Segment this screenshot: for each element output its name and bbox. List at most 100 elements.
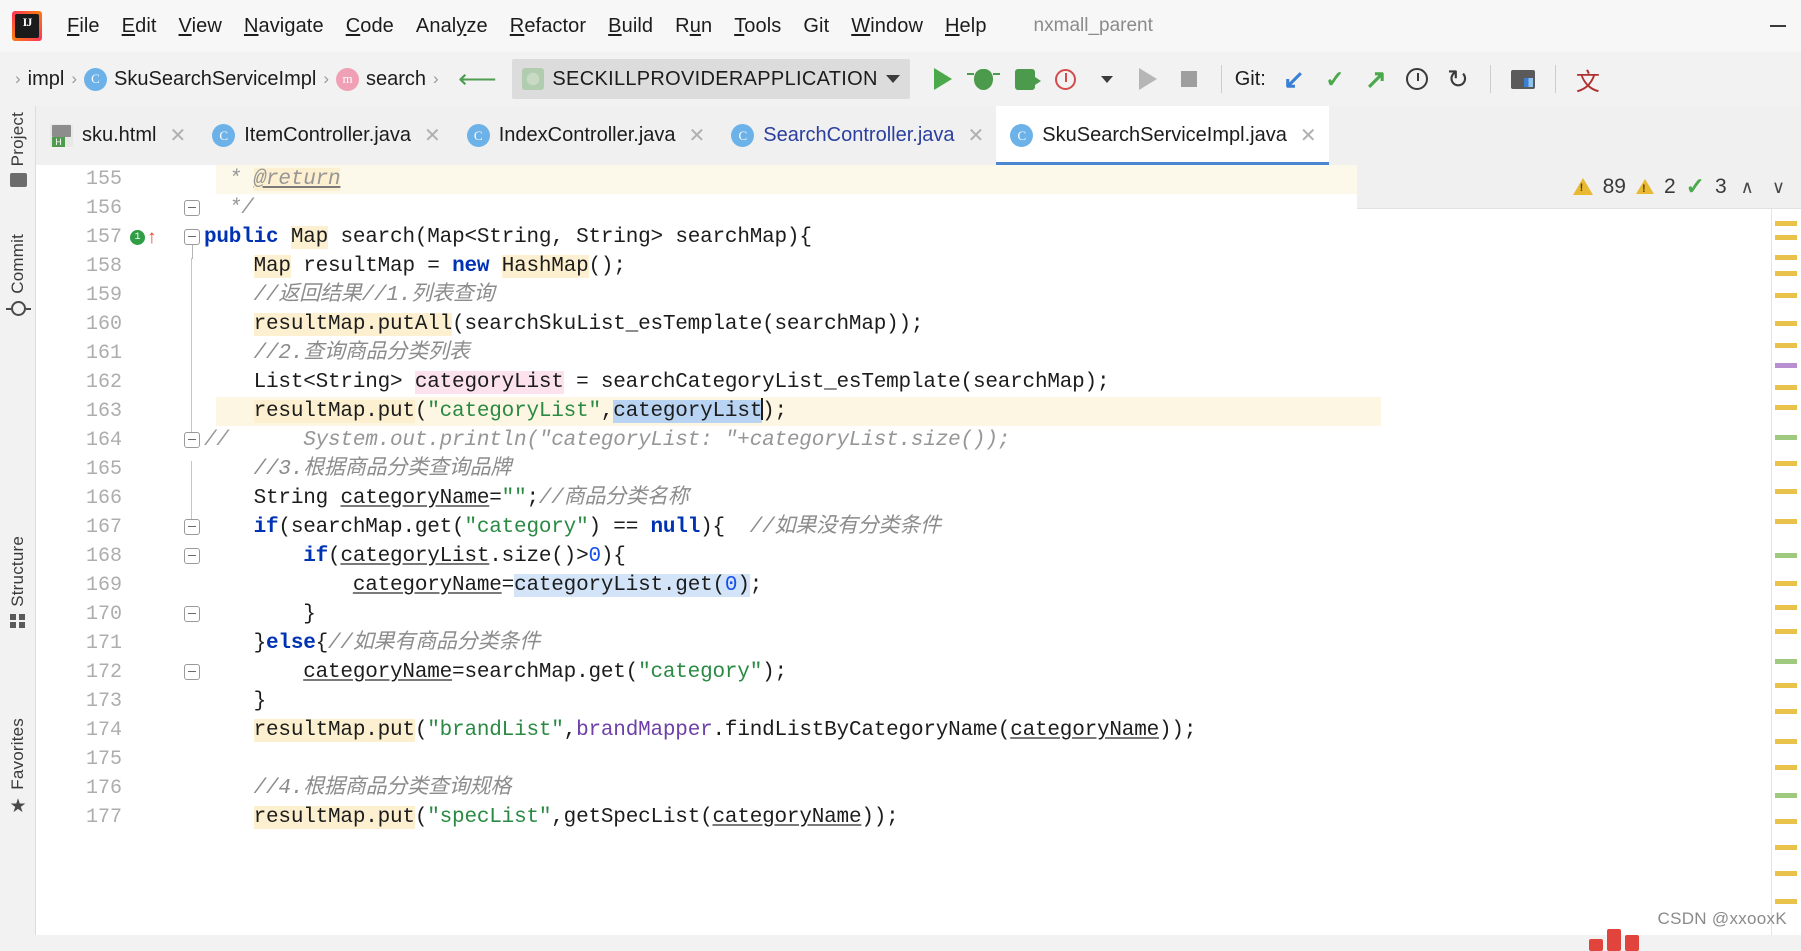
breadcrumb-item-method[interactable]: m search [336, 67, 427, 91]
git-push-button[interactable]: ↗ [1357, 60, 1395, 98]
breadcrumb-method-label: search [366, 67, 427, 90]
stripe-marker[interactable] [1775, 235, 1797, 240]
stripe-marker[interactable] [1775, 765, 1797, 770]
stripe-marker[interactable] [1775, 489, 1797, 494]
git-rollback-button[interactable]: ↻ [1439, 60, 1477, 98]
stop-button[interactable] [1170, 60, 1208, 98]
git-update-button[interactable]: ↙ [1275, 60, 1313, 98]
git-commit-button[interactable]: ✓ [1316, 60, 1354, 98]
stripe-marker[interactable] [1775, 871, 1797, 876]
code-editor[interactable]: 155 156 157 1 ↑ 158 159 160 161 162 163 … [36, 165, 1801, 951]
editor-gutter[interactable]: 155 156 157 1 ↑ 158 159 160 161 162 163 … [36, 165, 216, 951]
translate-button[interactable]: 文 [1569, 60, 1607, 98]
menu-navigate[interactable]: Navigate [233, 12, 335, 41]
stripe-marker[interactable] [1775, 553, 1797, 558]
stripe-marker[interactable] [1775, 899, 1797, 904]
close-icon[interactable]: ✕ [689, 123, 706, 148]
stripe-marker[interactable] [1775, 435, 1797, 440]
close-icon[interactable]: ✕ [1300, 123, 1317, 148]
line-number: 174 [85, 719, 122, 742]
code-line: //2.查询商品分类列表 [253, 342, 470, 365]
menu-view[interactable]: View [168, 12, 233, 41]
stripe-marker[interactable] [1775, 405, 1797, 410]
stripe-marker[interactable] [1775, 709, 1797, 714]
project-structure-button[interactable] [1504, 60, 1542, 98]
gutter-markers[interactable]: 1 ↑ [130, 228, 157, 247]
stripe-marker[interactable] [1775, 739, 1797, 744]
inspection-widget[interactable]: 89 2 ✓ 3 ∧ ∨ [1357, 165, 1801, 209]
stripe-marker[interactable] [1775, 255, 1797, 260]
fold-marker[interactable] [184, 548, 200, 564]
stripe-marker[interactable] [1775, 793, 1797, 798]
previous-problem-button[interactable]: ∧ [1737, 178, 1758, 196]
stripe-marker[interactable] [1775, 221, 1797, 226]
stripe-marker[interactable] [1775, 659, 1797, 664]
gutter-line: 177 [36, 803, 216, 832]
stripe-marker[interactable] [1775, 519, 1797, 524]
profile-dropdown-button[interactable] [1088, 60, 1126, 98]
menu-build[interactable]: Build [597, 12, 664, 41]
minimize-button[interactable] [1755, 0, 1801, 52]
menu-file[interactable]: File [56, 12, 111, 41]
fold-marker[interactable] [184, 229, 200, 259]
next-problem-button[interactable]: ∨ [1768, 178, 1789, 196]
run-configuration-selector[interactable]: SECKILLPROVIDERAPPLICATION [512, 59, 910, 99]
menu-edit[interactable]: Edit [111, 12, 168, 41]
run-button[interactable] [924, 60, 962, 98]
stripe-marker[interactable] [1775, 363, 1797, 368]
error-stripe-marker-bar[interactable] [1771, 209, 1801, 951]
menu-analyze[interactable]: Analyze [405, 12, 499, 41]
fold-marker[interactable] [184, 519, 200, 535]
sidebar-item-structure[interactable]: Structure [0, 536, 36, 628]
close-icon[interactable]: ✕ [169, 123, 186, 148]
stripe-marker[interactable] [1775, 629, 1797, 634]
tab-skusearchserviceimpl-java[interactable]: C SkuSearchServiceImpl.java ✕ [996, 106, 1329, 165]
close-icon[interactable]: ✕ [968, 123, 985, 148]
menu-window[interactable]: Window [840, 12, 934, 41]
stripe-marker[interactable] [1775, 385, 1797, 390]
stripe-marker[interactable] [1775, 819, 1797, 824]
chevron-down-icon[interactable] [885, 75, 900, 83]
code-line: resultMap.put("brandList",brandMapper.fi… [253, 719, 1197, 742]
stripe-marker[interactable] [1775, 271, 1797, 276]
stripe-marker[interactable] [1775, 293, 1797, 298]
tab-searchcontroller-java[interactable]: C SearchController.java ✕ [717, 106, 996, 165]
fold-marker[interactable] [184, 664, 200, 680]
menu-code[interactable]: Code [335, 12, 405, 41]
rerun-button[interactable] [1129, 60, 1167, 98]
stripe-marker[interactable] [1775, 581, 1797, 586]
stripe-marker[interactable] [1775, 845, 1797, 850]
navigate-up-icon[interactable]: ⟶ [458, 64, 497, 94]
run-with-coverage-button[interactable] [1006, 60, 1044, 98]
menu-refactor[interactable]: Refactor [499, 12, 597, 41]
stripe-marker[interactable] [1775, 321, 1797, 326]
fold-marker[interactable] [184, 432, 200, 448]
stripe-marker[interactable] [1775, 605, 1797, 610]
menu-git[interactable]: Git [792, 12, 840, 41]
fold-marker[interactable] [184, 200, 200, 216]
stripe-marker[interactable] [1775, 683, 1797, 688]
tab-sku-html[interactable]: sku.html ✕ [36, 106, 198, 165]
sidebar-item-commit[interactable]: Commit [0, 234, 36, 316]
tab-indexcontroller-java[interactable]: C IndexController.java ✕ [453, 106, 718, 165]
git-history-button[interactable] [1398, 60, 1436, 98]
gutter-line: 166 [36, 484, 216, 513]
profile-button[interactable] [1047, 60, 1085, 98]
breadcrumb-item-impl[interactable]: impl [28, 68, 65, 91]
code-text-area[interactable]: * @return */ public Map search(Map<Strin… [204, 165, 1801, 951]
menu-tools[interactable]: Tools [723, 12, 792, 41]
stripe-marker[interactable] [1775, 461, 1797, 466]
override-arrow-icon[interactable]: ↑ [147, 228, 157, 247]
sidebar-item-favorites[interactable]: Favorites ★ [0, 718, 36, 816]
menu-help[interactable]: Help [934, 12, 998, 41]
stripe-marker[interactable] [1775, 343, 1797, 348]
fold-marker[interactable] [184, 606, 200, 622]
close-icon[interactable]: ✕ [424, 123, 441, 148]
debug-button[interactable] [965, 60, 1003, 98]
tab-itemcontroller-java[interactable]: C ItemController.java ✕ [198, 106, 453, 165]
sidebar-item-project[interactable]: Project [0, 112, 36, 188]
bookmark-icon[interactable]: 1 [130, 230, 145, 245]
menu-run[interactable]: Run [664, 12, 723, 41]
code-line: if(categoryList.size()>0){ [303, 545, 626, 568]
breadcrumb-item-class[interactable]: C SkuSearchServiceImpl [84, 67, 316, 91]
